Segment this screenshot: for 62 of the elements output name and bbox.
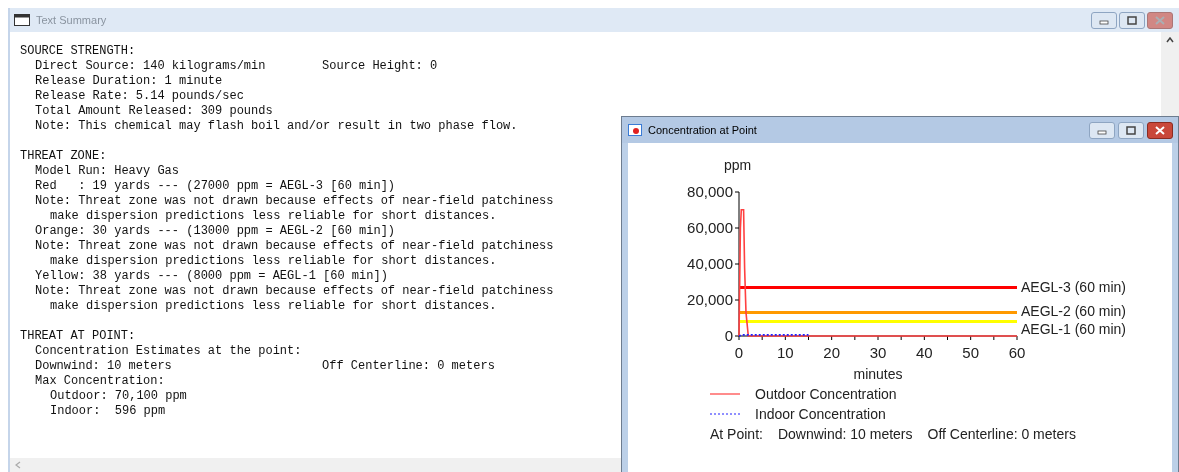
summary-line: Orange: 30 yards --- (13000 ppm = AEGL-2 [60 min]) <box>35 224 396 239</box>
summary-line: make dispersion predictions less reliable for short distances. <box>50 254 497 269</box>
threshold-label: AEGL-1 (60 min) <box>1021 320 1127 337</box>
point-label: At Point: <box>710 425 763 444</box>
tick-label: 80,000 <box>687 183 733 200</box>
scroll-up-icon <box>1166 37 1174 43</box>
summary-line: Direct Source: 140 kilograms/min <box>35 59 267 74</box>
tick-label: 20,000 <box>687 291 733 308</box>
threshold-label: AEGL-2 (60 min) <box>1021 302 1127 319</box>
summary-line: Indoor: 596 ppm <box>50 404 166 419</box>
off-centerline-text: Off Centerline: 0 meters <box>927 425 1076 444</box>
legend-label: Indoor Concentration <box>755 405 886 424</box>
maximize-icon <box>1125 125 1137 135</box>
window-title: Concentration at Point <box>648 122 758 138</box>
legend-line-icon <box>710 392 740 396</box>
window-title: Text Summary <box>36 12 108 28</box>
summary-line: make dispersion predictions less reliable for short distances. <box>50 209 497 224</box>
tick-label: 60,000 <box>687 219 733 236</box>
tick-label: 60 <box>1008 344 1026 361</box>
summary-line: Note: Threat zone was not drawn because effects of near-field patchiness <box>35 239 554 254</box>
tick-label: 50 <box>962 344 979 361</box>
tick-label: 10 <box>777 344 794 361</box>
summary-line: Note: Threat zone was not drawn because effects of near-field patchiness <box>35 194 554 209</box>
axis-title: minutes <box>853 366 903 382</box>
tick-label: 40,000 <box>687 255 733 272</box>
summary-line: Note: Threat zone was not drawn because effects of near-field patchiness <box>35 284 554 299</box>
maximize-icon <box>1126 15 1138 25</box>
close-icon <box>1154 15 1166 25</box>
section-heading: THREAT AT POINT: <box>20 329 136 344</box>
window-icon <box>14 14 30 26</box>
summary-line: make dispersion predictions less reliable for short distances. <box>50 299 497 314</box>
summary-line: Note: This chemical may flash boil and/or result in two phase flow. <box>35 119 518 134</box>
summary-line: Source Height: 0 <box>322 59 438 74</box>
summary-line: Release Rate: 5.14 pounds/sec <box>35 89 244 104</box>
close-button[interactable] <box>1147 121 1173 139</box>
summary-line: Off Centerline: 0 meters <box>322 359 495 374</box>
summary-line: Total Amount Released: 309 pounds <box>35 104 273 119</box>
summary-line: Red : 19 yards --- (27000 ppm = AEGL-3 [60 min]) <box>35 179 396 194</box>
tick-label: 30 <box>869 344 887 361</box>
tick-label: 40 <box>916 344 933 361</box>
threshold-label: AEGL-3 (60 min) <box>1021 279 1127 296</box>
tick-label: 0 <box>724 327 733 344</box>
legend-label: Outdoor Concentration <box>755 385 897 404</box>
close-icon <box>1154 125 1166 135</box>
summary-line: Model Run: Heavy Gas <box>35 164 180 179</box>
chart-app-icon <box>628 124 642 136</box>
tick-label: 0 <box>734 344 744 361</box>
summary-line: Release Duration: 1 minute <box>35 74 223 89</box>
maximize-button[interactable] <box>1119 11 1145 29</box>
axis-title: ppm <box>724 157 752 173</box>
summary-line: Downwind: 10 meters <box>35 359 173 374</box>
summary-line: Yellow: 38 yards --- (8000 ppm = AEGL-1 [60 min]) <box>35 269 388 284</box>
downwind-text: Downwind: 10 meters <box>777 425 913 444</box>
section-heading: THREAT ZONE: <box>20 149 107 164</box>
tick-label: 20 <box>823 344 840 361</box>
section-heading: SOURCE STRENGTH: <box>20 44 136 59</box>
maximize-button[interactable] <box>1118 121 1144 139</box>
scroll-left-icon <box>15 461 21 469</box>
summary-line: Max Concentration: <box>35 374 165 389</box>
summary-line: Outdoor: 70,100 ppm <box>50 389 187 404</box>
legend-line-icon <box>710 412 740 416</box>
summary-line: Concentration Estimates at the point: <box>35 344 302 359</box>
